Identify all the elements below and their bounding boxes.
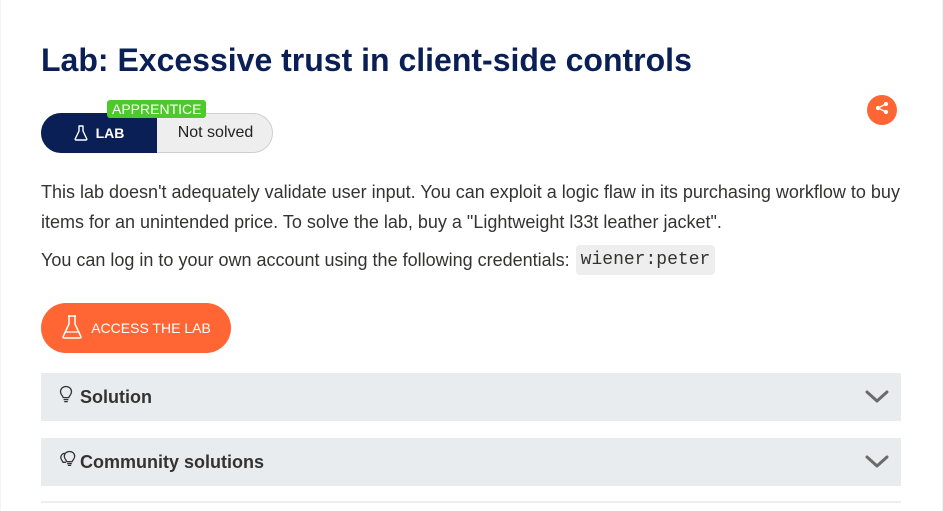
lab-card: Lab: Excessive trust in client-side cont…: [1, 0, 942, 511]
lightbulb-icon: [59, 385, 73, 410]
access-lab-label: ACCESS THE LAB: [91, 320, 211, 336]
chevron-down-icon: [865, 389, 889, 410]
lab-description: This lab doesn't adequately validate use…: [41, 182, 900, 232]
lab-type-badge: LAB: [41, 113, 157, 153]
community-solutions-label: Community solutions: [80, 452, 264, 472]
credentials-line: You can log in to your own account using…: [41, 245, 716, 275]
share-icon: [875, 101, 889, 120]
credentials-text: You can log in to your own account using…: [41, 250, 570, 270]
solution-accordion[interactable]: Solution: [41, 373, 901, 421]
lightbulbs-icon: [59, 450, 77, 475]
divider: [41, 501, 901, 503]
flask-icon: [61, 314, 83, 343]
flask-icon: [74, 125, 88, 141]
lab-status-widget: LAB Not solved: [41, 113, 273, 153]
share-button[interactable]: [867, 95, 897, 125]
level-badge: APPRENTICE: [107, 100, 207, 118]
community-solutions-accordion[interactable]: Community solutions: [41, 438, 901, 486]
solved-status: Not solved: [177, 124, 254, 141]
chevron-down-icon: [865, 454, 889, 475]
lab-type-label: LAB: [95, 125, 125, 141]
page-title: Lab: Excessive trust in client-side cont…: [41, 42, 692, 78]
access-lab-button[interactable]: ACCESS THE LAB: [41, 303, 231, 353]
solution-label: Solution: [80, 387, 152, 407]
credentials-code: wiener:peter: [575, 245, 716, 275]
